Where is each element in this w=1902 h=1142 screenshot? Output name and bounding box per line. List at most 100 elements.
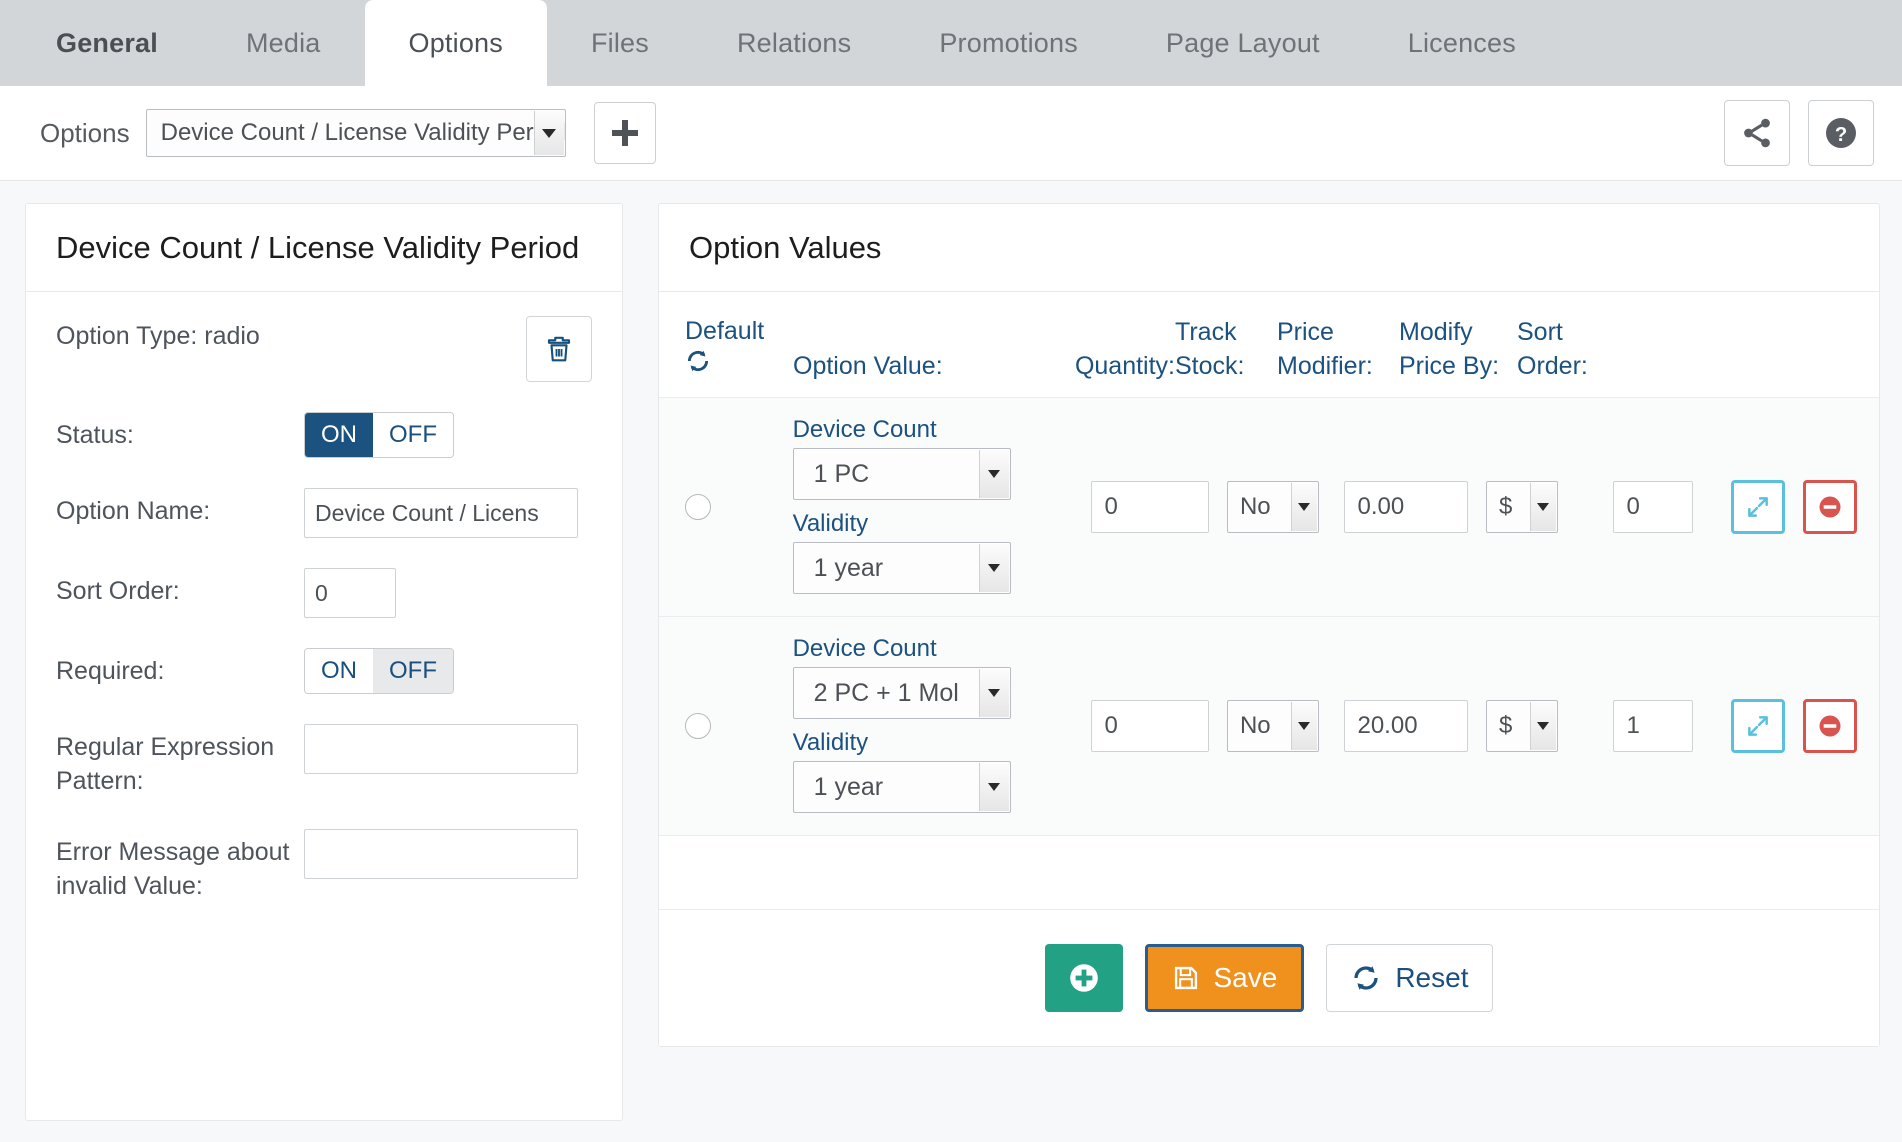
table-row: Device Count 2 PC + 1 Mol Validity 1 yea… (659, 616, 1879, 836)
option-values-title: Option Values (689, 230, 882, 265)
reset-button-label: Reset (1395, 961, 1469, 993)
device-count-label: Device Count (792, 634, 937, 662)
row-sort-order-input[interactable]: 1 (1613, 699, 1694, 752)
row-sort-order-cell: 1 (1613, 699, 1731, 752)
device-count-label: Device Count (792, 415, 937, 443)
quantity-input[interactable]: 0 (1091, 480, 1210, 533)
required-toggle-on[interactable]: ON (305, 648, 373, 693)
option-selector-value: Device Count / License Validity Period (160, 119, 565, 146)
col-quantity: Quantity: (1063, 315, 1175, 383)
status-toggle[interactable]: ON OFF (304, 411, 454, 458)
refresh-icon[interactable] (685, 348, 711, 374)
expand-row-button[interactable] (1731, 698, 1785, 753)
option-name-label: Option Name: (56, 496, 211, 525)
col-price-by-label: Price By: (1399, 351, 1500, 380)
price-modifier-input[interactable]: 20.00 (1344, 699, 1469, 752)
device-count-select[interactable]: 2 PC + 1 Mol (792, 666, 1011, 719)
chevron-down-icon (978, 543, 1009, 592)
chevron-down-icon (1529, 701, 1556, 750)
row-modify-price-by-cell: $ (1485, 480, 1614, 533)
required-toggle-off[interactable]: OFF (373, 648, 453, 693)
delete-option-button[interactable] (526, 315, 592, 382)
trash-icon (547, 336, 571, 361)
quantity-input[interactable]: 0 (1091, 699, 1210, 752)
sort-order-row: Sort Order: 0 (56, 567, 592, 618)
validity-select[interactable]: 1 year (792, 541, 1011, 594)
reset-button[interactable]: Reset (1326, 943, 1494, 1012)
tab-promotions[interactable]: Promotions (895, 0, 1122, 86)
status-toggle-off[interactable]: OFF (373, 412, 453, 457)
status-row: Status: ON OFF (56, 411, 592, 458)
tab-licences[interactable]: Licences (1364, 0, 1560, 86)
error-message-input[interactable] (304, 828, 578, 879)
modify-price-by-select[interactable]: $ (1485, 699, 1558, 752)
col-order-label: Order: (1517, 351, 1588, 380)
row-default-cell (685, 712, 793, 739)
svg-text:?: ? (1835, 124, 1847, 146)
required-toggle[interactable]: ON OFF (304, 647, 454, 694)
row-sort-order-cell: 0 (1613, 480, 1731, 533)
tab-files[interactable]: Files (547, 0, 693, 86)
chevron-down-icon (1290, 701, 1317, 750)
add-option-button[interactable] (593, 102, 656, 164)
floppy-disk-icon (1174, 966, 1197, 989)
option-name-row: Option Name: Device Count / Licens (56, 487, 592, 538)
regex-row: Regular Expression Pattern: (56, 723, 592, 799)
validity-value: 1 year (813, 772, 884, 801)
share-button[interactable] (1724, 100, 1790, 166)
option-detail-header: Device Count / License Validity Period (26, 204, 622, 292)
tab-media[interactable]: Media (202, 0, 365, 86)
toolbar-actions: ? (1724, 100, 1874, 166)
device-count-value: 1 PC (813, 459, 870, 488)
chevron-down-icon (978, 668, 1009, 717)
error-message-label: Error Message about invalid Value: (56, 837, 290, 901)
left-column: Device Count / License Validity Period O… (0, 181, 630, 1142)
tab-options[interactable]: Options (364, 0, 547, 86)
plus-icon (611, 120, 638, 146)
table-spacer (659, 835, 1879, 910)
col-quantity-label: Quantity: (1074, 351, 1175, 380)
row-track-stock-cell: No (1226, 480, 1345, 533)
price-modifier-input[interactable]: 0.00 (1344, 480, 1469, 533)
col-option-value-label: Option Value: (793, 351, 943, 380)
col-price-top: Price (1277, 317, 1334, 346)
chevron-down-icon (1290, 482, 1317, 531)
row-actions-cell (1731, 698, 1857, 753)
option-type-label: Option Type: radio (56, 321, 260, 350)
refresh-icon (1354, 965, 1378, 990)
validity-select[interactable]: 1 year (792, 760, 1011, 813)
save-button[interactable]: Save (1144, 943, 1305, 1012)
page-title: Device Count / License Validity Period (56, 230, 580, 265)
help-button[interactable]: ? (1808, 100, 1874, 166)
expand-row-button[interactable] (1731, 479, 1785, 534)
regex-input[interactable] (304, 723, 578, 774)
track-stock-select[interactable]: No (1226, 480, 1319, 533)
status-toggle-on[interactable]: ON (305, 412, 373, 457)
option-selector[interactable]: Device Count / License Validity Period (145, 109, 566, 157)
tab-general[interactable]: General (12, 0, 202, 86)
col-option-value: Option Value: (793, 315, 1063, 383)
chevron-down-icon (1529, 482, 1556, 531)
track-stock-select[interactable]: No (1226, 699, 1319, 752)
expand-arrows-icon (1748, 715, 1768, 736)
page-root: General Media Options Files Relations Pr… (0, 0, 1902, 1142)
help-circle-icon: ? (1826, 118, 1856, 148)
default-radio[interactable] (685, 712, 711, 739)
status-label: Status: (56, 420, 134, 449)
option-name-input[interactable]: Device Count / Licens (304, 487, 578, 538)
tab-page-layout[interactable]: Page Layout (1122, 0, 1364, 86)
add-value-button[interactable] (1044, 943, 1123, 1012)
device-count-value: 2 PC + 1 Mol (813, 678, 959, 707)
col-stock-label: Stock: (1175, 351, 1245, 380)
row-sort-order-input[interactable]: 0 (1613, 480, 1694, 533)
modify-price-by-select[interactable]: $ (1485, 480, 1558, 533)
remove-row-button[interactable] (1803, 479, 1857, 534)
validity-label: Validity (792, 728, 869, 756)
device-count-select[interactable]: 1 PC (792, 447, 1011, 500)
sort-order-input[interactable]: 0 (304, 567, 396, 618)
table-row: Device Count 1 PC Validity 1 year 0 No 0… (659, 397, 1879, 617)
required-label: Required: (56, 656, 165, 685)
remove-row-button[interactable] (1803, 698, 1857, 753)
default-radio[interactable] (685, 493, 711, 520)
tab-relations[interactable]: Relations (693, 0, 895, 86)
